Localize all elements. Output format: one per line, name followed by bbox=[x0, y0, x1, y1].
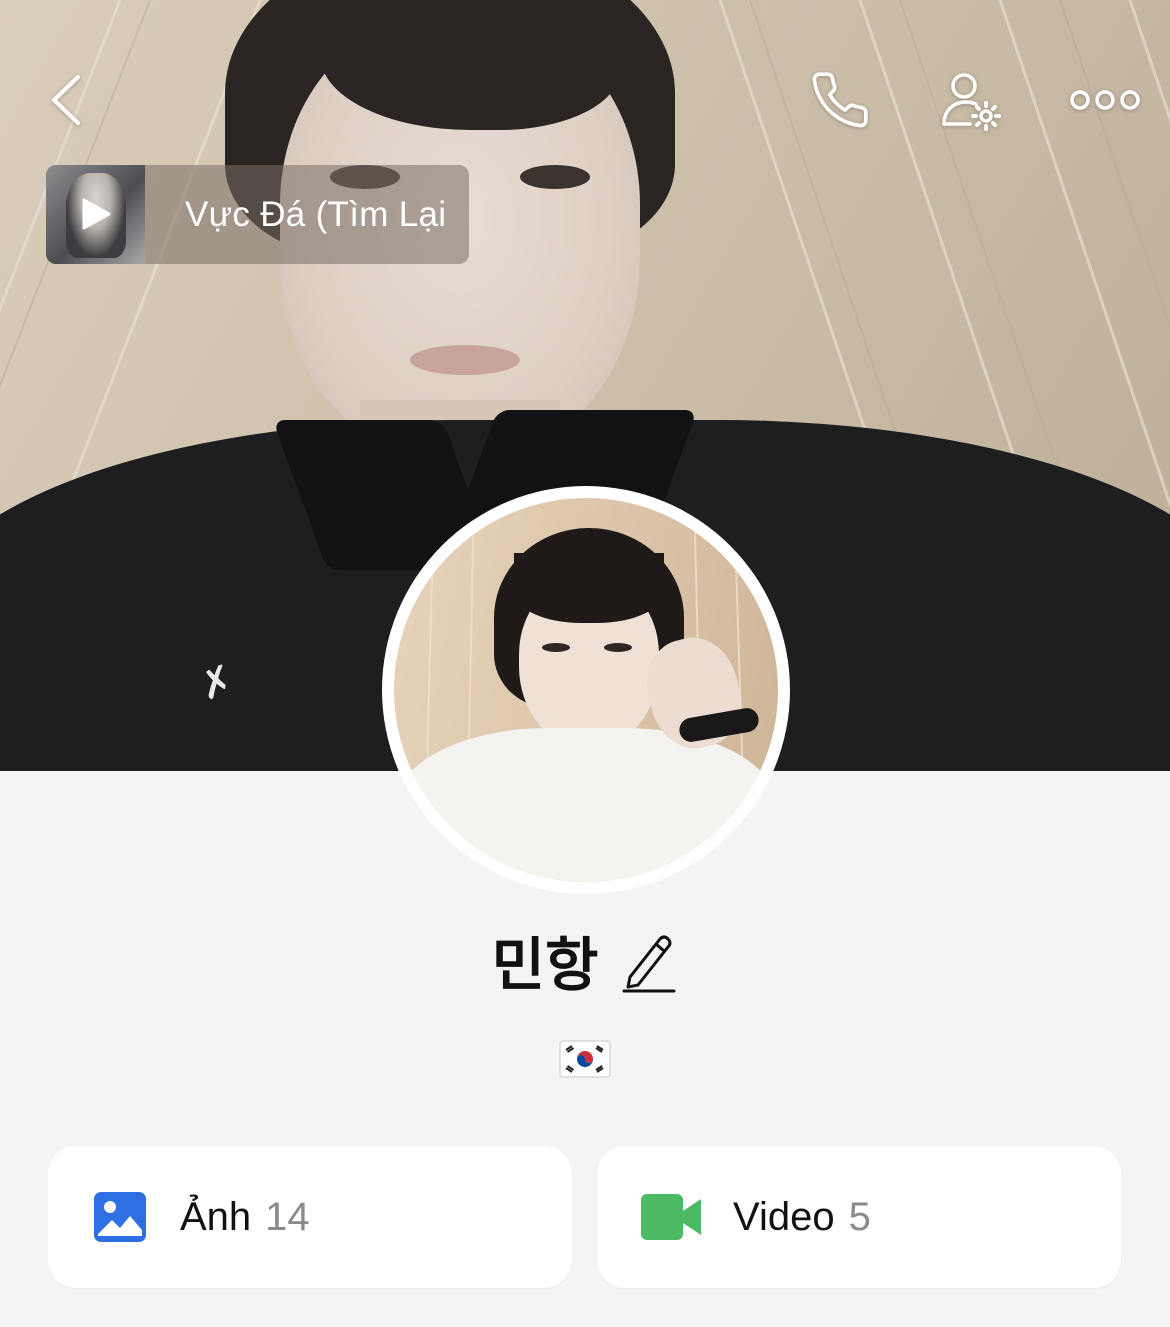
user-settings-icon bbox=[942, 73, 1001, 131]
chevron-left-icon bbox=[52, 75, 80, 125]
photos-label: Ảnh bbox=[180, 1194, 252, 1239]
photos-icon-wrap bbox=[92, 1189, 148, 1245]
profile-name: 민항 bbox=[491, 931, 599, 999]
more-options-button[interactable] bbox=[1060, 60, 1150, 140]
song-thumbnail bbox=[46, 165, 145, 264]
videos-card[interactable]: Video 5 bbox=[597, 1146, 1121, 1288]
avatar-photo bbox=[394, 498, 778, 882]
avatar-eye-right bbox=[604, 643, 632, 652]
photos-card[interactable]: Ảnh 14 bbox=[48, 1146, 572, 1288]
profile-name-row: 민항 bbox=[0, 920, 1170, 1000]
avatar-fringe bbox=[514, 553, 664, 623]
song-title: Vực Đá (Tìm Lại bbox=[185, 194, 447, 234]
avatar-eye-left bbox=[542, 643, 570, 652]
profile-screen: ✗ Vực Đá (Tìm Lại 민항 Ảnh 14 Video 5 bbox=[0, 0, 1170, 1327]
phone-icon bbox=[812, 72, 868, 128]
back-button[interactable] bbox=[30, 62, 100, 138]
friend-settings-button[interactable] bbox=[932, 60, 1012, 140]
play-icon[interactable] bbox=[80, 197, 112, 231]
edit-name-button[interactable] bbox=[620, 931, 678, 995]
call-button[interactable] bbox=[800, 60, 880, 140]
image-icon bbox=[94, 1192, 146, 1242]
photos-count: 14 bbox=[265, 1194, 310, 1239]
cover-lips bbox=[410, 345, 520, 375]
videos-label: Video bbox=[733, 1194, 835, 1239]
cover-eye-right bbox=[520, 165, 590, 189]
more-horizontal-icon bbox=[1070, 90, 1140, 110]
pencil-icon bbox=[622, 935, 676, 993]
profile-avatar[interactable] bbox=[382, 486, 790, 894]
avatar-cardigan bbox=[394, 728, 778, 882]
videos-count: 5 bbox=[848, 1194, 871, 1239]
profile-music-player[interactable]: Vực Đá (Tìm Lại bbox=[46, 165, 469, 264]
south-korea-flag-emoji bbox=[559, 1040, 611, 1078]
video-camera-icon bbox=[641, 1194, 701, 1240]
videos-icon-wrap bbox=[639, 1189, 703, 1245]
